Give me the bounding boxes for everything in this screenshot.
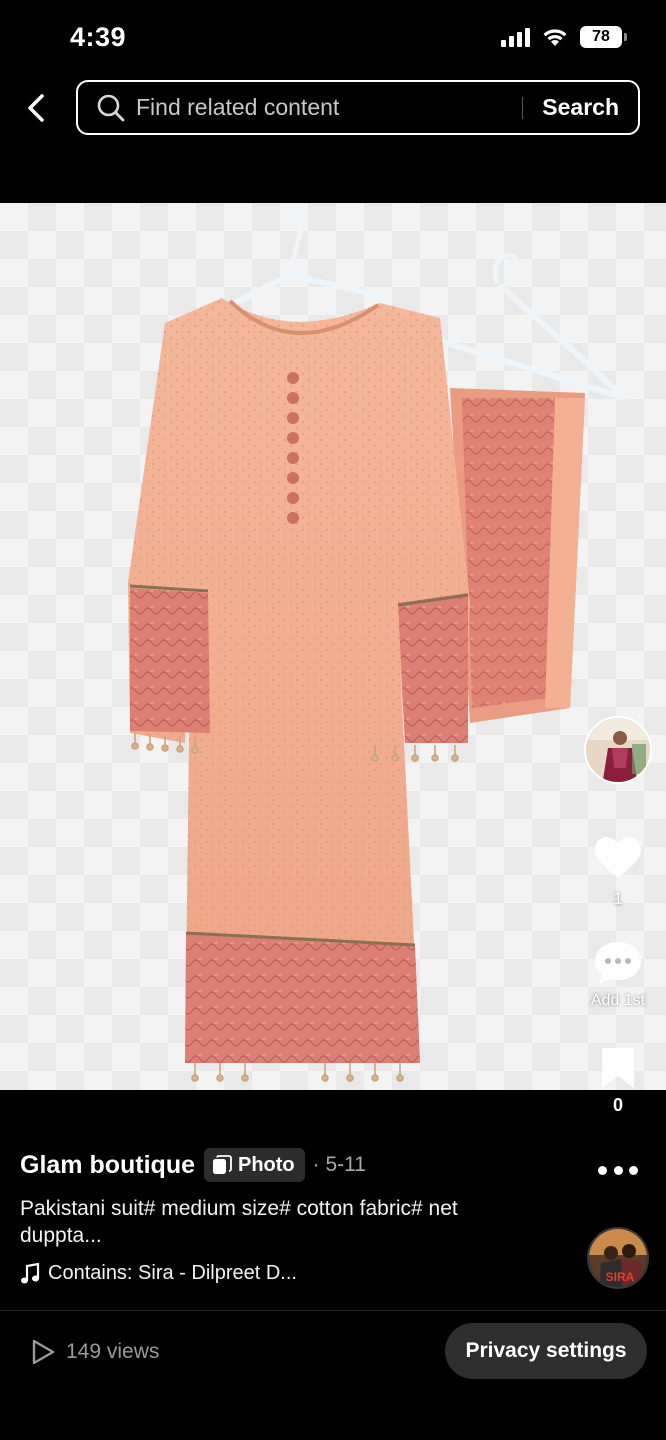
author-row: Glam boutique Photo · 5-11 [20, 1148, 366, 1182]
post-photo[interactable] [0, 203, 666, 1090]
comment-icon [595, 942, 641, 984]
post-date: · 5-11 [312, 1153, 366, 1176]
music-note-icon [20, 1262, 42, 1285]
like-count: 1 [613, 889, 623, 908]
photo-badge: Photo [204, 1148, 305, 1182]
album-logo-text: SIRA [606, 1270, 635, 1284]
creator-avatar[interactable] [584, 716, 652, 784]
status-icons: 78 [501, 26, 627, 48]
search-box: Search [76, 80, 640, 135]
photo-badge-label: Photo [238, 1153, 295, 1176]
author-name[interactable]: Glam boutique [20, 1151, 195, 1180]
favorite-count: 0 [612, 1095, 623, 1115]
views-count: 149 views [66, 1340, 160, 1363]
garment-image [128, 203, 628, 1082]
like-button[interactable] [588, 836, 648, 888]
chevron-left-icon [28, 94, 44, 122]
battery-icon: 78 [580, 26, 627, 48]
search-icon [96, 93, 126, 123]
privacy-settings-button[interactable]: Privacy settings [445, 1323, 647, 1379]
status-bar: 4:39 78 [0, 0, 666, 76]
music-row[interactable]: Contains: Sira - Dilpreet D... [20, 1262, 297, 1285]
post-caption[interactable]: Pakistani suit# medium size# cotton fabr… [20, 1195, 520, 1249]
wifi-icon [543, 29, 567, 46]
bookmark-icon [602, 1048, 634, 1088]
album-cover-image: SIRA [589, 1229, 647, 1287]
heart-icon [595, 837, 641, 878]
search-input[interactable] [126, 94, 523, 121]
back-button[interactable] [18, 90, 54, 126]
footer-divider [0, 1310, 666, 1311]
comment-button[interactable] [590, 940, 646, 990]
views-stat: 149 views [30, 1338, 159, 1366]
music-disc[interactable]: SIRA [587, 1227, 649, 1289]
music-title: Contains: Sira - Dilpreet D... [48, 1262, 297, 1284]
status-time: 4:39 [70, 22, 127, 52]
cellular-signal-icon [501, 27, 530, 47]
dot-icon [613, 1165, 623, 1175]
search-button[interactable]: Search [523, 94, 638, 121]
more-options-button[interactable] [598, 1160, 638, 1180]
dot-icon [629, 1165, 638, 1175]
dot-icon [598, 1165, 607, 1175]
comment-label: Add 1st [590, 992, 646, 1009]
play-icon [30, 1338, 56, 1366]
photo-stack-icon [212, 1155, 232, 1175]
favorite-button[interactable] [598, 1046, 638, 1090]
